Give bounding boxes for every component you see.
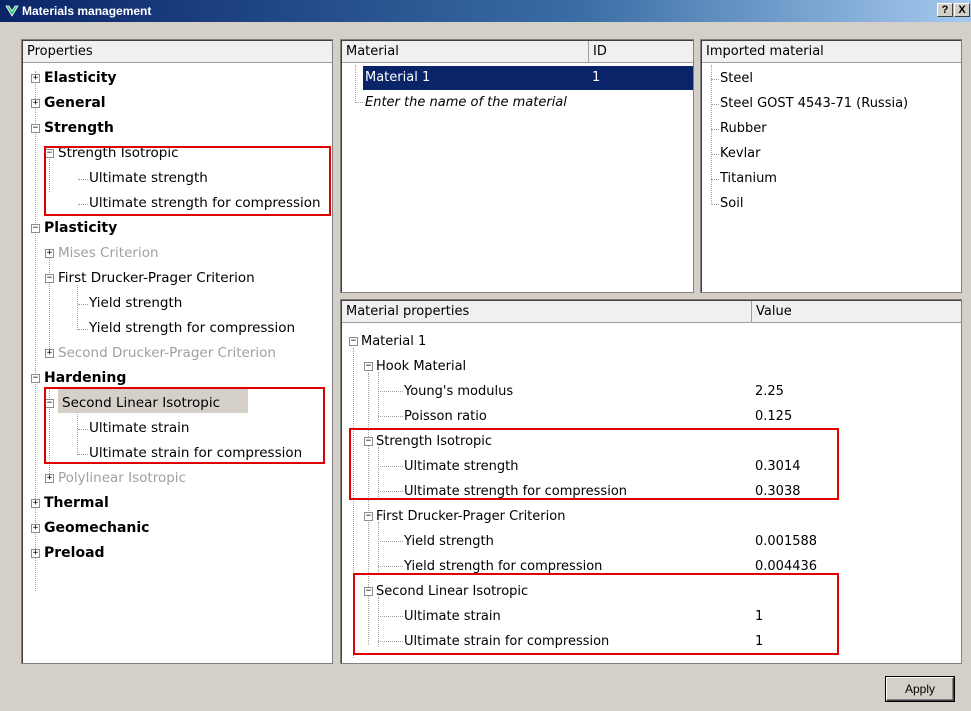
tree-line (78, 329, 88, 330)
expand-icon[interactable]: + (31, 99, 40, 108)
tree-item-polylinear-isotropic[interactable]: Polylinear Isotropic (58, 466, 186, 491)
collapse-icon[interactable]: − (364, 362, 373, 371)
tree-line (711, 179, 719, 180)
imported-item[interactable]: Steel GOST 4543-71 (Russia) (720, 91, 908, 116)
imported-item[interactable]: Rubber (720, 116, 767, 141)
expand-icon[interactable]: + (45, 349, 54, 358)
collapse-icon[interactable]: − (364, 512, 373, 521)
tree-item-thermal[interactable]: Thermal (44, 491, 109, 516)
imported-item[interactable]: Soil (720, 191, 743, 216)
collapse-icon[interactable]: − (31, 124, 40, 133)
tree-line (378, 391, 403, 392)
properties-header: Properties (23, 41, 332, 63)
tree-item-yield-strength[interactable]: Yield strength (89, 291, 182, 316)
tree-line (711, 79, 719, 80)
prop-row-poisson-ratio[interactable]: Poisson ratio (404, 404, 487, 429)
prop-row-first-drucker-prager[interactable]: First Drucker-Prager Criterion (376, 504, 565, 529)
collapse-icon[interactable]: − (349, 337, 358, 346)
help-button[interactable]: ? (937, 3, 953, 17)
expand-icon[interactable]: + (31, 74, 40, 83)
collapse-icon[interactable]: − (31, 374, 40, 383)
tree-item-first-drucker-prager[interactable]: First Drucker-Prager Criterion (58, 266, 255, 291)
prop-row-hook-material[interactable]: Hook Material (376, 354, 466, 379)
tree-item-yield-strength-compression[interactable]: Yield strength for compression (89, 316, 295, 341)
expand-icon[interactable]: + (45, 474, 54, 483)
tree-item-plasticity[interactable]: Plasticity (44, 216, 117, 241)
title-bar: Materials management ? X (0, 0, 971, 22)
highlight-box (44, 387, 325, 464)
highlight-box (44, 146, 331, 216)
tree-line (78, 304, 88, 305)
imported-item[interactable]: Kevlar (720, 141, 761, 166)
tree-line (711, 65, 712, 205)
prop-row-yield-strength[interactable]: Yield strength (404, 529, 494, 554)
expand-icon[interactable]: + (31, 549, 40, 558)
prop-value[interactable]: 2.25 (755, 379, 784, 404)
tree-line (35, 71, 36, 591)
app-icon (5, 5, 19, 17)
new-material-input[interactable]: Enter the name of the material (365, 90, 567, 115)
close-button[interactable]: X (954, 3, 970, 17)
tree-item-elasticity[interactable]: Elasticity (44, 66, 117, 91)
expand-icon[interactable]: + (31, 499, 40, 508)
id-column-header[interactable]: ID (589, 41, 693, 63)
tree-line (355, 102, 365, 103)
material-column-header[interactable]: Material (342, 41, 589, 63)
material-list-panel: Material ID Material 1 1 Enter the name … (340, 39, 694, 293)
tree-item-second-drucker-prager[interactable]: Second Drucker-Prager Criterion (58, 341, 276, 366)
expand-icon[interactable]: + (45, 249, 54, 258)
tree-item-preload[interactable]: Preload (44, 541, 105, 566)
tree-line (378, 566, 403, 567)
tree-item-mises-criterion[interactable]: Mises Criterion (58, 241, 159, 266)
tree-line (378, 522, 379, 572)
tree-line (711, 204, 719, 205)
material-properties-panel: Material properties Value − Material 1 −… (340, 299, 962, 664)
tree-item-strength[interactable]: Strength (44, 116, 114, 141)
prop-row-youngs-modulus[interactable]: Young's modulus (404, 379, 513, 404)
tree-line (355, 65, 356, 103)
tree-item-geomechanic[interactable]: Geomechanic (44, 516, 149, 541)
tree-line (49, 253, 50, 353)
collapse-icon[interactable]: − (31, 224, 40, 233)
tree-line (378, 416, 403, 417)
imported-item[interactable]: Steel (720, 66, 753, 91)
tree-item-general[interactable]: General (44, 91, 106, 116)
value-column-header[interactable]: Value (752, 301, 961, 323)
properties-panel: Properties + Elasticity + General − Stre… (21, 39, 333, 664)
imported-material-panel: Imported material Steel Steel GOST 4543-… (700, 39, 962, 293)
tree-line (711, 129, 719, 130)
apply-button[interactable]: Apply (886, 677, 954, 701)
material-name[interactable]: Material 1 (365, 65, 430, 90)
tree-line (711, 104, 719, 105)
tree-line (378, 541, 403, 542)
material-id[interactable]: 1 (592, 65, 600, 90)
imported-material-header: Imported material (702, 41, 961, 63)
properties-column-header[interactable]: Material properties (342, 301, 752, 323)
prop-row-material[interactable]: Material 1 (361, 329, 426, 354)
tree-line (711, 154, 719, 155)
highlight-box (353, 573, 839, 655)
prop-value[interactable]: 0.125 (755, 404, 792, 429)
tree-line (77, 285, 78, 330)
collapse-icon[interactable]: − (45, 274, 54, 283)
tree-line (378, 372, 379, 422)
prop-value[interactable]: 0.001588 (755, 529, 817, 554)
highlight-box (349, 428, 839, 500)
expand-icon[interactable]: + (31, 524, 40, 533)
imported-item[interactable]: Titanium (720, 166, 777, 191)
window-title: Materials management (22, 4, 152, 18)
